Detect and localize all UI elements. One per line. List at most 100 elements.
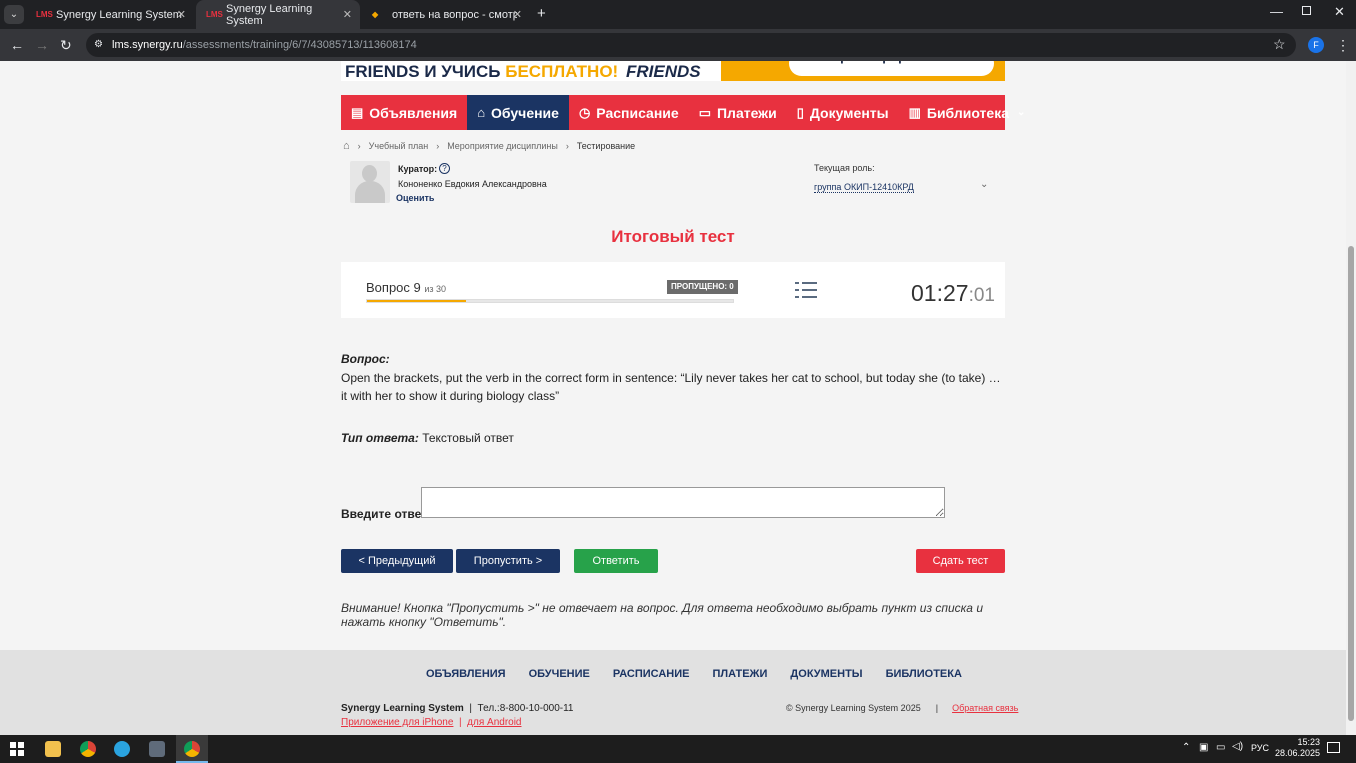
- tray-device-icon[interactable]: ▣: [1199, 742, 1208, 753]
- avatar-head-shape: [362, 165, 377, 182]
- network-icon[interactable]: ▭: [1216, 742, 1225, 753]
- clock-date: 28.06.2025: [1274, 748, 1320, 758]
- skip-question-button[interactable]: Пропустить >: [456, 549, 560, 573]
- announcements-icon: ▤: [351, 104, 364, 120]
- nav-item-schedule[interactable]: ◷ Расписание: [569, 95, 689, 130]
- nav-item-documents[interactable]: ▯ Документы: [787, 95, 899, 130]
- breadcrumb-current: Тестирование: [576, 141, 636, 151]
- progress-fill: [367, 300, 466, 302]
- nav-item-announcements[interactable]: ▤ Объявления: [341, 95, 467, 130]
- breadcrumb-separator-icon: ›: [565, 141, 569, 151]
- nav-label: Обучение: [491, 104, 559, 121]
- nav-label: Документы: [809, 104, 889, 121]
- browser-tab-3[interactable]: ◆ ответь на вопрос - смотреть с ✕: [362, 0, 530, 29]
- previous-question-button[interactable]: < Предыдущий: [341, 549, 453, 573]
- finish-test-button[interactable]: Сдать тест: [916, 549, 1005, 573]
- footer-copyright: © Synergy Learning System 2025 | Обратная…: [786, 703, 1019, 713]
- help-icon[interactable]: ?: [439, 163, 450, 174]
- breadcrumb-separator-icon: ›: [357, 141, 361, 151]
- nav-item-learning[interactable]: ⌂ Обучение: [467, 95, 569, 130]
- close-window-icon[interactable]: ✕: [1334, 4, 1345, 20]
- profile-avatar[interactable]: F: [1308, 37, 1324, 53]
- nav-label: Объявления: [369, 104, 458, 121]
- question-list-icon[interactable]: [795, 281, 817, 299]
- nav-label: Расписание: [596, 104, 679, 121]
- chrome-icon: [184, 741, 200, 757]
- close-tab-icon[interactable]: ✕: [177, 8, 186, 21]
- footer-app-links: Приложение для iPhone | для Android: [341, 717, 522, 728]
- forward-arrow-icon[interactable]: →: [35, 37, 49, 53]
- browser-tab-1[interactable]: LMS Synergy Learning System ✕: [26, 0, 194, 29]
- breadcrumb-link[interactable]: Учебный план: [369, 141, 429, 151]
- role-label: Текущая роль:: [814, 163, 875, 173]
- timer-seconds: :01: [968, 285, 995, 306]
- nav-item-payments[interactable]: ▭ Платежи: [689, 95, 787, 130]
- test-progress-bar: [366, 299, 734, 303]
- url-bar[interactable]: ⚙ lms.synergy.ru/assessments/training/6/…: [86, 33, 1296, 57]
- answer-type: Тип ответа: Текстовый ответ: [341, 431, 514, 445]
- close-tab-icon[interactable]: ✕: [513, 8, 522, 21]
- tab-title: Synergy Learning System: [56, 8, 182, 21]
- curator-avatar: [350, 161, 390, 203]
- system-clock[interactable]: 15:23 28.06.2025: [1268, 737, 1320, 759]
- banner-cta-area: Зарегистрироваться: [721, 61, 1005, 81]
- calculator-icon[interactable]: [149, 741, 165, 757]
- question-total: из 30: [424, 284, 447, 294]
- nav-item-library[interactable]: ▥ Библиотека ⌄: [899, 95, 1036, 130]
- page-scrollbar[interactable]: [1346, 61, 1356, 735]
- bookmark-star-icon[interactable]: ☆: [1273, 36, 1286, 53]
- tab-title: Synergy Learning System: [226, 2, 313, 27]
- scrollbar-thumb[interactable]: [1348, 246, 1354, 721]
- footer-link-learning[interactable]: ОБУЧЕНИЕ: [529, 668, 590, 680]
- minimize-window-icon[interactable]: —: [1270, 4, 1283, 19]
- footer-contact: Synergy Learning System | Тел.:8-800-10-…: [341, 703, 574, 714]
- submit-answer-button[interactable]: Ответить: [574, 549, 658, 573]
- curator-label: Куратор:: [398, 164, 438, 174]
- reload-icon[interactable]: ↻: [60, 37, 72, 54]
- question-status-panel: Вопрос 9 из 30 ПРОПУЩЕНО: 0 01:27:01: [341, 262, 1005, 318]
- page-viewport: FRIENDS И УЧИСЬ БЕСПЛАТНО! FRIENDS Зарег…: [0, 61, 1346, 735]
- tab-list-chevron-icon[interactable]: ⌄: [4, 5, 24, 24]
- footer-link-payments[interactable]: ПЛАТЕЖИ: [712, 668, 767, 680]
- file-explorer-icon[interactable]: [45, 741, 61, 757]
- site-info-icon[interactable]: ⚙: [94, 33, 103, 57]
- new-tab-icon[interactable]: +: [537, 5, 546, 22]
- banner-headline: FRIENDS И УЧИСЬ БЕСПЛАТНО!: [345, 62, 618, 81]
- home-icon[interactable]: ⌂: [343, 140, 350, 152]
- footer-brand: Synergy Learning System: [341, 703, 464, 714]
- question-heading: Вопрос:: [341, 352, 390, 366]
- input-language[interactable]: РУС: [1251, 743, 1269, 753]
- windows-start-icon[interactable]: [10, 742, 24, 756]
- promo-banner[interactable]: FRIENDS И УЧИСЬ БЕСПЛАТНО! FRIENDS Зарег…: [341, 61, 1005, 81]
- answer-input[interactable]: [421, 487, 945, 518]
- volume-icon[interactable]: ◁): [1232, 741, 1243, 752]
- chevron-down-icon[interactable]: ⌄: [980, 179, 988, 190]
- banner-register-button[interactable]: Зарегистрироваться: [789, 61, 994, 76]
- taskbar-active-app[interactable]: [176, 735, 208, 763]
- footer-link-announcements[interactable]: ОБЪЯВЛЕНИЯ: [426, 668, 506, 680]
- footer-link-library[interactable]: БИБЛИОТЕКА: [886, 668, 962, 680]
- tray-chevron-up-icon[interactable]: ⌃: [1182, 742, 1190, 753]
- browser-tab-2-active[interactable]: LMS Synergy Learning System ✕: [196, 0, 360, 29]
- iphone-app-link[interactable]: Приложение для iPhone: [341, 717, 453, 728]
- rate-curator-link[interactable]: Оценить: [396, 193, 434, 203]
- close-tab-icon[interactable]: ✕: [343, 8, 352, 21]
- breadcrumb-separator-icon: ›: [436, 141, 440, 151]
- footer-phone: Тел.:8-800-10-000-11: [477, 703, 574, 714]
- graduation-cap-icon: ⌂: [477, 105, 486, 120]
- chrome-icon[interactable]: [80, 741, 96, 757]
- role-select[interactable]: группа ОКИП-12410КРД: [814, 182, 914, 193]
- telegram-icon[interactable]: [114, 741, 130, 757]
- clock-time: 15:23: [1297, 737, 1320, 747]
- notifications-icon[interactable]: [1327, 742, 1340, 753]
- android-app-link[interactable]: для Android: [467, 717, 521, 728]
- browser-menu-icon[interactable]: ⋮: [1336, 37, 1350, 54]
- footer-link-schedule[interactable]: РАСПИСАНИЕ: [613, 668, 690, 680]
- list-line: [802, 282, 817, 284]
- restore-window-icon[interactable]: [1302, 6, 1311, 15]
- list-line: [802, 296, 817, 298]
- breadcrumb-link[interactable]: Мероприятие дисциплины: [447, 141, 558, 151]
- feedback-link[interactable]: Обратная связь: [952, 703, 1018, 713]
- footer-link-documents[interactable]: ДОКУМЕНТЫ: [790, 668, 862, 680]
- back-arrow-icon[interactable]: ←: [10, 37, 24, 53]
